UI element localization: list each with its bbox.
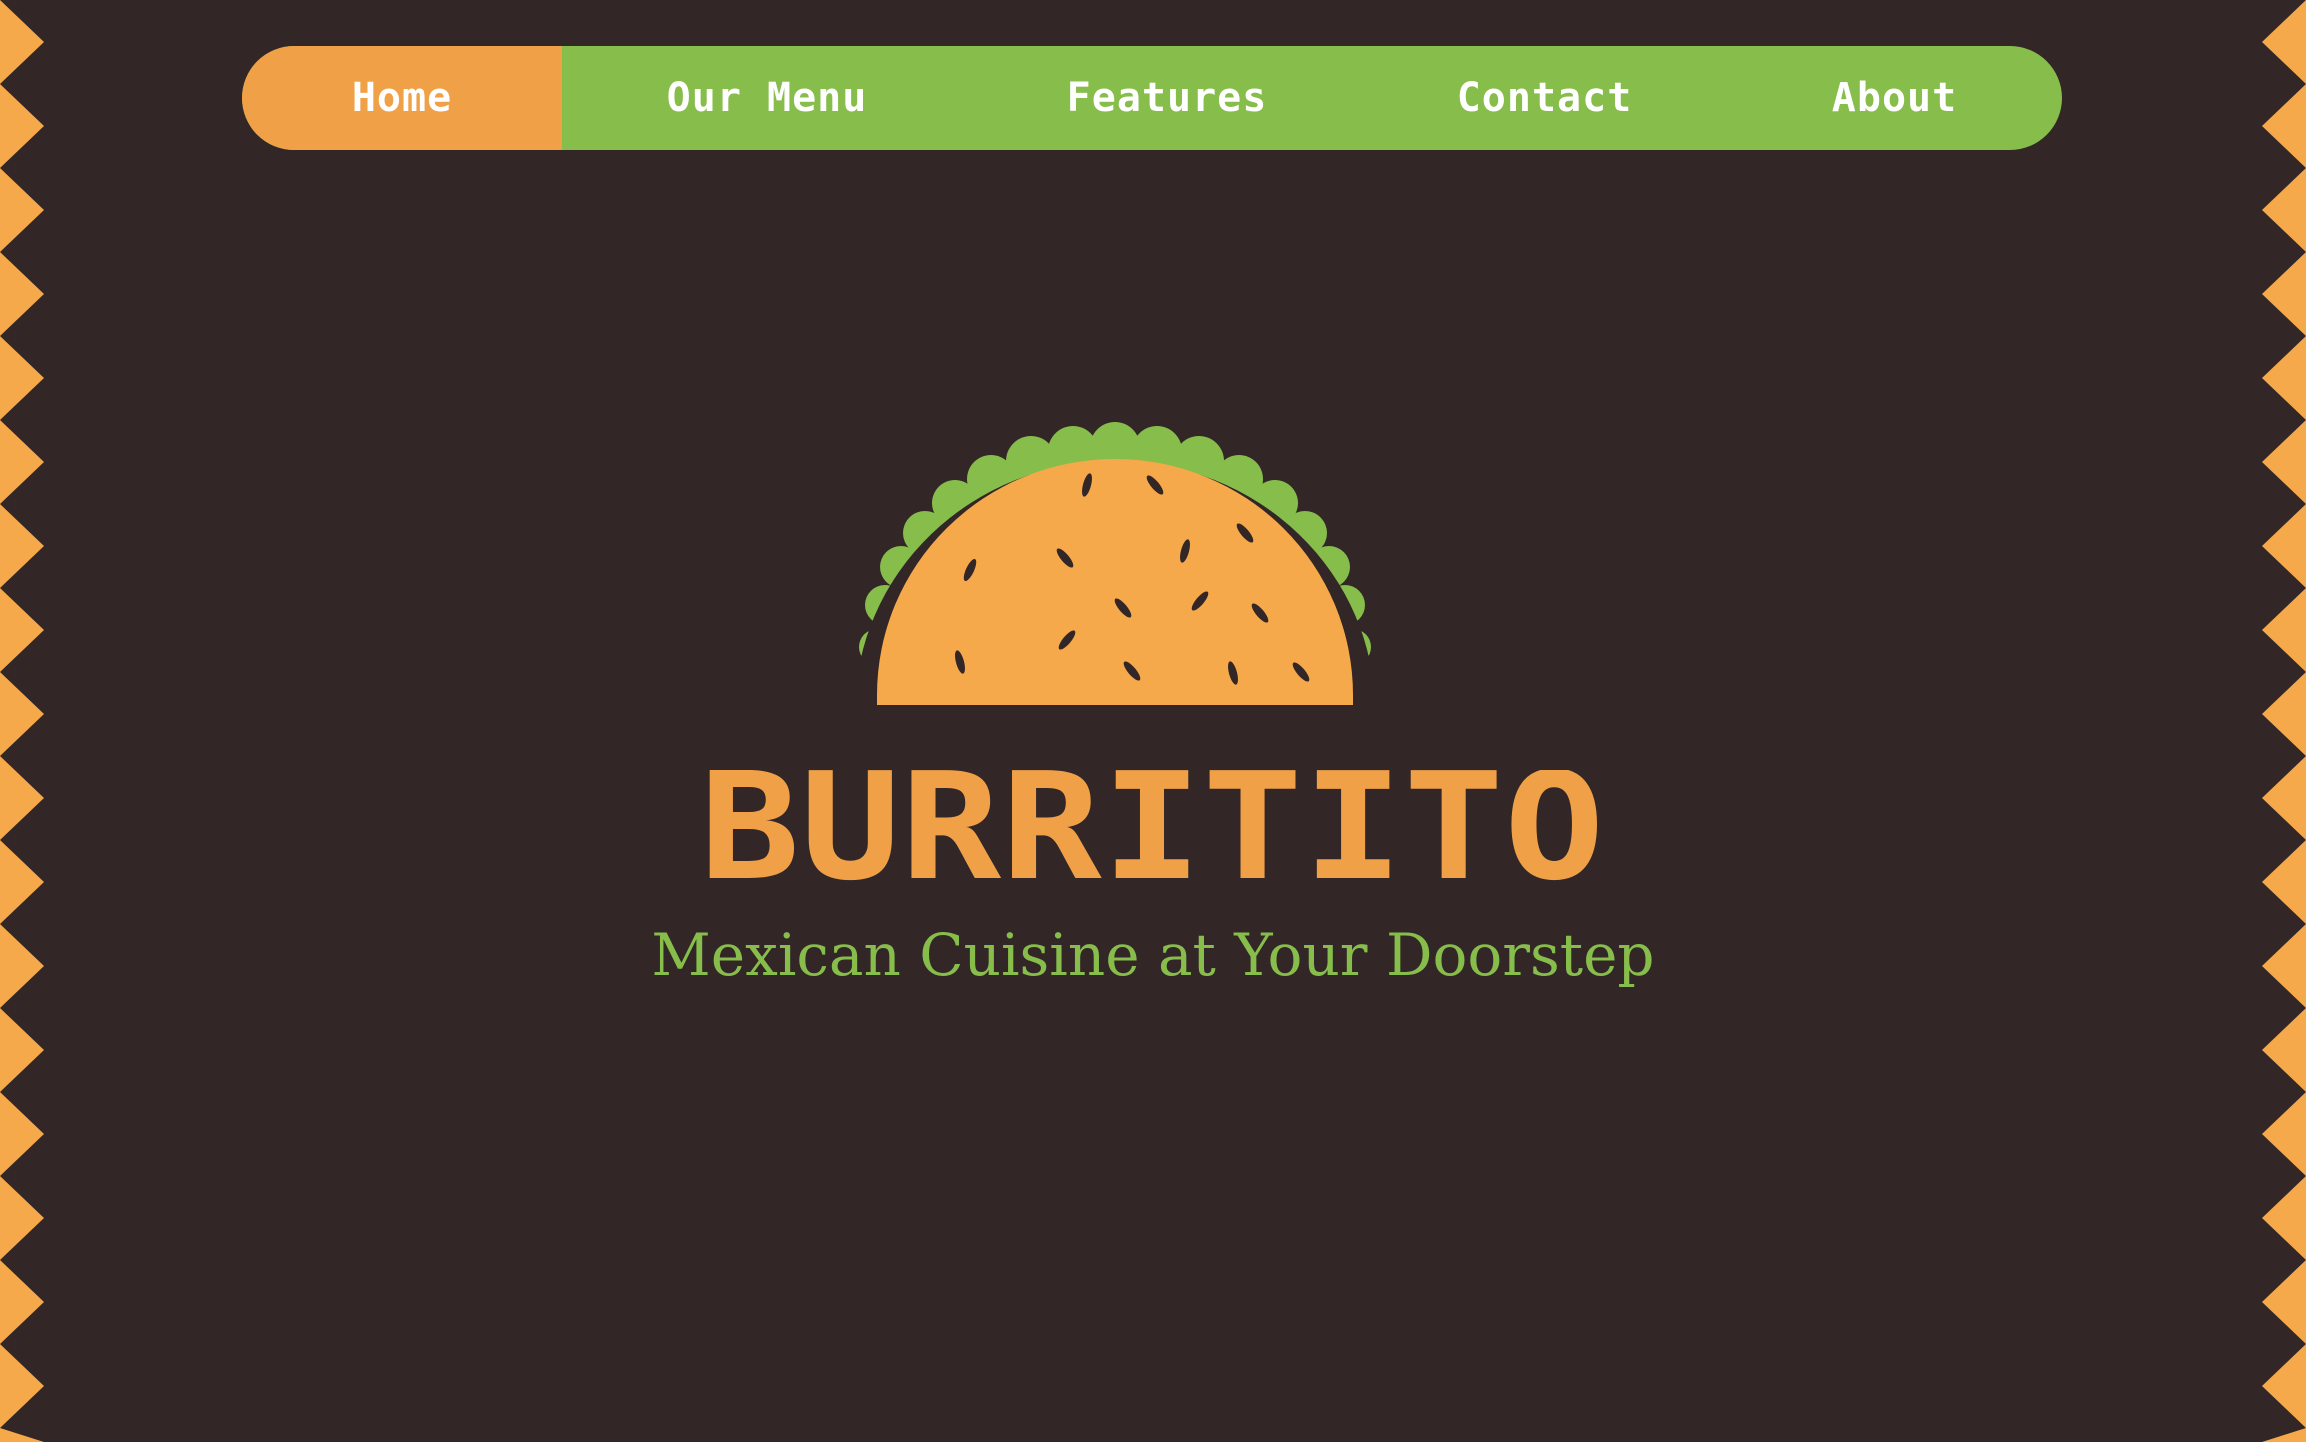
nav-features[interactable]: Features	[972, 46, 1362, 150]
brand-name: BURRITITO	[700, 770, 1605, 890]
nav-our-menu[interactable]: Our Menu	[562, 46, 972, 150]
nav-home[interactable]: Home	[242, 46, 562, 150]
right-zigzag-border	[2262, 0, 2306, 1442]
hero-tagline: Mexican Cuisine at Your Doorstep	[651, 921, 1655, 989]
nav-contact[interactable]: Contact	[1362, 46, 1727, 150]
left-zigzag-border	[0, 0, 44, 1442]
brand-logo-text: BURRITITO	[700, 770, 1605, 890]
taco-icon	[855, 422, 1375, 711]
nav-about[interactable]: About	[1727, 46, 2062, 150]
main-nav: Home Our Menu Features Contact About	[242, 46, 2062, 150]
